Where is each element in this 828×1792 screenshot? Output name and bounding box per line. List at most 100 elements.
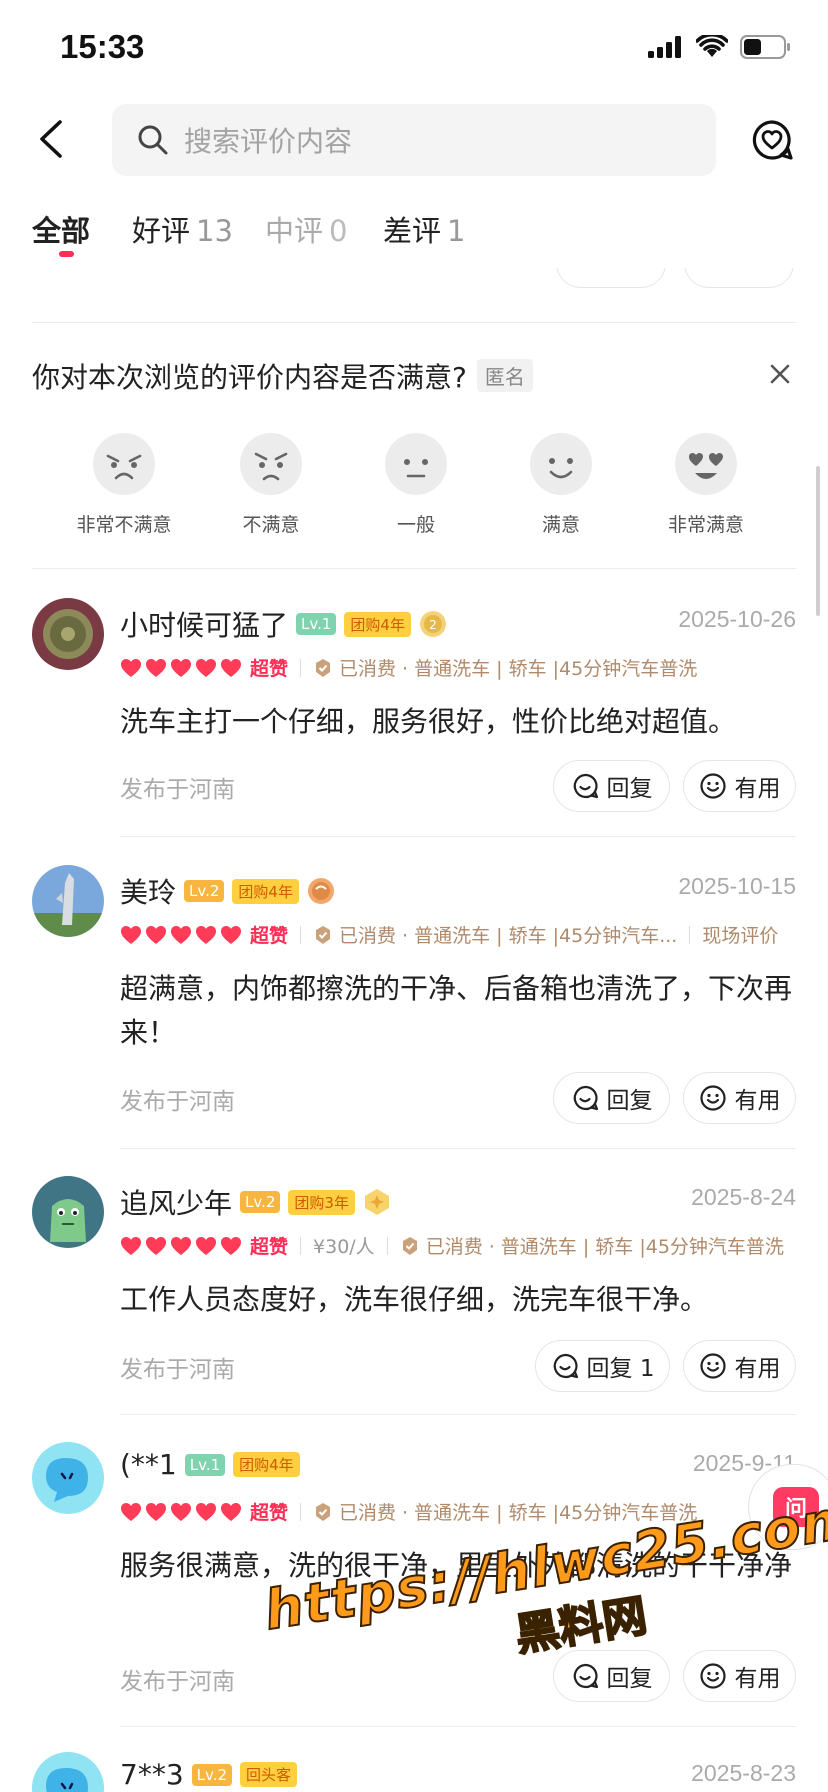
- consumed-info: 已消费 · 普通洗车 | 轿车 |45分钟汽车普洗: [313, 654, 697, 681]
- avatar[interactable]: [32, 1442, 104, 1514]
- heart-rating: [120, 1236, 242, 1256]
- tab-neutral[interactable]: 中评 0: [265, 208, 347, 250]
- verified-icon: [316, 925, 331, 944]
- review-date: 2025-10-15: [678, 873, 796, 899]
- message-heart-icon[interactable]: [750, 118, 794, 162]
- tab-negative[interactable]: 差评 1: [383, 208, 465, 250]
- reply-label: 回复: [606, 776, 653, 802]
- useful-button[interactable]: 有用: [683, 1072, 796, 1124]
- tab-neutral-label: 中评: [265, 214, 324, 248]
- very-angry-face-icon: [93, 433, 155, 495]
- heart-icon: [221, 925, 241, 944]
- useful-button[interactable]: 有用: [683, 760, 796, 812]
- tab-negative-label: 差评: [383, 214, 442, 248]
- tab-neutral-count: 0: [329, 214, 348, 248]
- meta-separator: [300, 925, 302, 944]
- user-info: 小时候可猛了 Lv.1 团购4年 2: [120, 604, 447, 644]
- heart-rating: [120, 658, 242, 678]
- tab-positive-label: 好评: [132, 214, 191, 248]
- scrollbar[interactable]: [816, 466, 820, 616]
- username[interactable]: 追风少年: [120, 1182, 232, 1222]
- divider: [120, 836, 796, 837]
- review-date: 2025-8-24: [691, 1184, 796, 1210]
- survey-option-very-dissatisfied[interactable]: 非常不满意: [59, 432, 189, 537]
- consumed-text: 已消费 · 普通洗车 | 轿车 |45分钟汽车...: [339, 925, 678, 947]
- heart-icon: [221, 1236, 241, 1255]
- rating-label: 超赞: [250, 925, 289, 947]
- avatar[interactable]: [32, 598, 104, 670]
- close-icon[interactable]: [766, 360, 794, 388]
- search-icon: [138, 125, 168, 155]
- heart-icon: [121, 1236, 141, 1255]
- heart-icon: [171, 658, 191, 677]
- heart-icon: [196, 925, 216, 944]
- survey-option-dissatisfied[interactable]: 不满意: [206, 432, 336, 537]
- angry-face-icon: [240, 433, 302, 495]
- returning-customer-badge: 回头客: [240, 1762, 298, 1787]
- heart-icon: [121, 925, 141, 944]
- divider: [32, 568, 796, 569]
- consumed-info: 已消费 · 普通洗车 | 轿车 |45分钟汽车普洗: [400, 1232, 784, 1259]
- rating-label: 超赞: [250, 1236, 289, 1258]
- heart-icon: [146, 925, 166, 944]
- useful-button[interactable]: 有用: [683, 1340, 796, 1392]
- status-time: 15:33: [60, 28, 145, 65]
- verified-icon: [316, 658, 331, 677]
- wifi-icon: [696, 35, 728, 57]
- review-location: 发布于河南: [120, 1669, 235, 1695]
- anonymous-badge: 匿名: [476, 359, 533, 392]
- useful-label: 有用: [734, 1088, 781, 1114]
- verified-icon: [402, 1236, 417, 1255]
- reply-button[interactable]: 回复: [553, 1650, 670, 1702]
- back-arrow-icon[interactable]: [30, 116, 76, 162]
- rating-label: 超赞: [250, 658, 289, 680]
- heart-icon: [196, 1502, 216, 1521]
- meta-separator: [689, 925, 691, 944]
- battery-icon: [740, 35, 790, 59]
- survey-option-very-satisfied[interactable]: 非常满意: [641, 432, 771, 537]
- username[interactable]: (**1: [120, 1448, 177, 1481]
- smile-icon: [699, 1663, 726, 1689]
- meta-separator: [300, 1236, 302, 1255]
- option-label: 非常满意: [667, 514, 744, 536]
- heart-icon: [221, 1502, 241, 1521]
- heart-rating: [120, 925, 242, 945]
- tenure-badge: 团购4年: [233, 1452, 300, 1477]
- verified-icon: [316, 1502, 331, 1521]
- avatar[interactable]: [32, 1752, 104, 1792]
- review-meta: 超赞 已消费 · 普通洗车 | 轿车 |45分钟汽车普洗: [120, 1498, 697, 1525]
- reply-button[interactable]: 回复: [553, 760, 670, 812]
- reply-button[interactable]: 回复 1: [535, 1340, 670, 1392]
- avatar[interactable]: [32, 865, 104, 937]
- username[interactable]: 小时候可猛了: [120, 604, 288, 644]
- survey-option-neutral[interactable]: 一般: [351, 432, 481, 537]
- smile-icon: [699, 1353, 726, 1379]
- tenure-badge: 团购4年: [232, 878, 299, 904]
- reply-label: 回复: [606, 1088, 653, 1114]
- reply-button[interactable]: 回复: [553, 1072, 670, 1124]
- diamond-medal-icon: [364, 1189, 389, 1215]
- username[interactable]: 7**3: [120, 1758, 184, 1791]
- avatar-image: [32, 598, 104, 670]
- avatar-image: [32, 1176, 104, 1248]
- meta-separator: [300, 658, 302, 677]
- survey-option-satisfied[interactable]: 满意: [496, 432, 626, 537]
- search-input[interactable]: 搜索评价内容: [112, 104, 716, 176]
- avatar[interactable]: [32, 1176, 104, 1248]
- tab-all-label: 全部: [32, 214, 91, 248]
- useful-label: 有用: [734, 776, 781, 802]
- heart-icon: [121, 658, 141, 677]
- comment-icon: [553, 1353, 578, 1379]
- tab-all[interactable]: 全部: [32, 208, 90, 250]
- useful-button[interactable]: 有用: [683, 1650, 796, 1702]
- tab-positive[interactable]: 好评 13: [132, 208, 233, 250]
- username[interactable]: 美玲: [120, 871, 176, 911]
- avatar-image: [32, 865, 104, 937]
- comment-icon: [573, 1085, 598, 1111]
- user-info: 7**3 Lv.2 回头客: [120, 1758, 298, 1791]
- smile-icon: [699, 773, 726, 799]
- smile-icon: [699, 1085, 726, 1111]
- rating-label: 超赞: [250, 1502, 289, 1524]
- onsite-review-label: 现场评价: [702, 925, 779, 947]
- tenure-badge: 团购4年: [344, 611, 411, 637]
